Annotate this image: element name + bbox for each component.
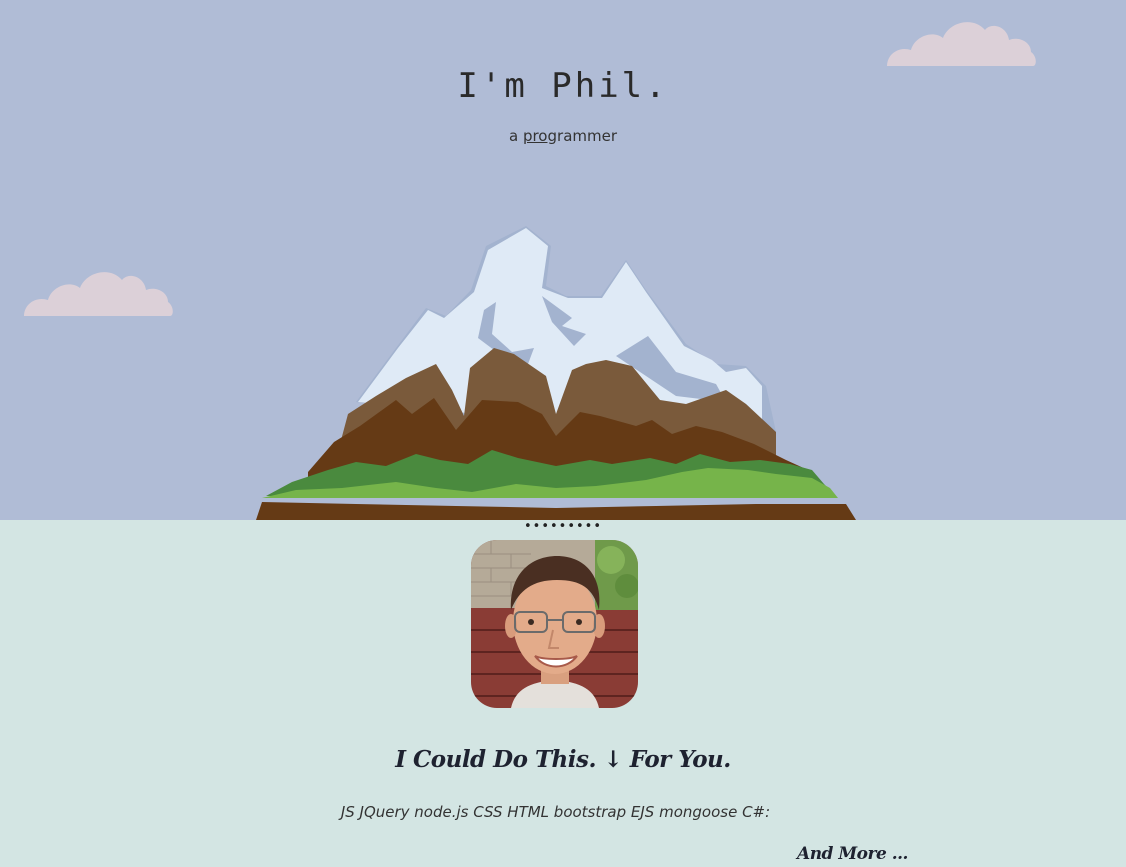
cloud-icon bbox=[887, 22, 1036, 66]
subtitle-prefix: a bbox=[508, 127, 523, 145]
and-more-link[interactable]: And More ... bbox=[797, 844, 908, 864]
section-heading: I Could Do This. ↓ For You. bbox=[395, 746, 731, 773]
cloud-icon bbox=[24, 272, 173, 316]
mountain-illustration bbox=[256, 226, 856, 520]
avatar bbox=[471, 540, 638, 708]
hero-section: I'm Phil. a programmer bbox=[0, 0, 1126, 520]
page-title: I'm Phil. bbox=[457, 66, 669, 106]
hero-subtitle: a programmer bbox=[0, 127, 1126, 145]
section-divider: ••••••••• bbox=[523, 519, 602, 534]
skills-list: JS JQuery node.js CSS HTML bootstrap EJS… bbox=[340, 803, 771, 821]
profile-photo bbox=[471, 540, 638, 708]
pro-link[interactable]: pro bbox=[523, 127, 548, 145]
subtitle-suffix: grammer bbox=[547, 127, 618, 145]
